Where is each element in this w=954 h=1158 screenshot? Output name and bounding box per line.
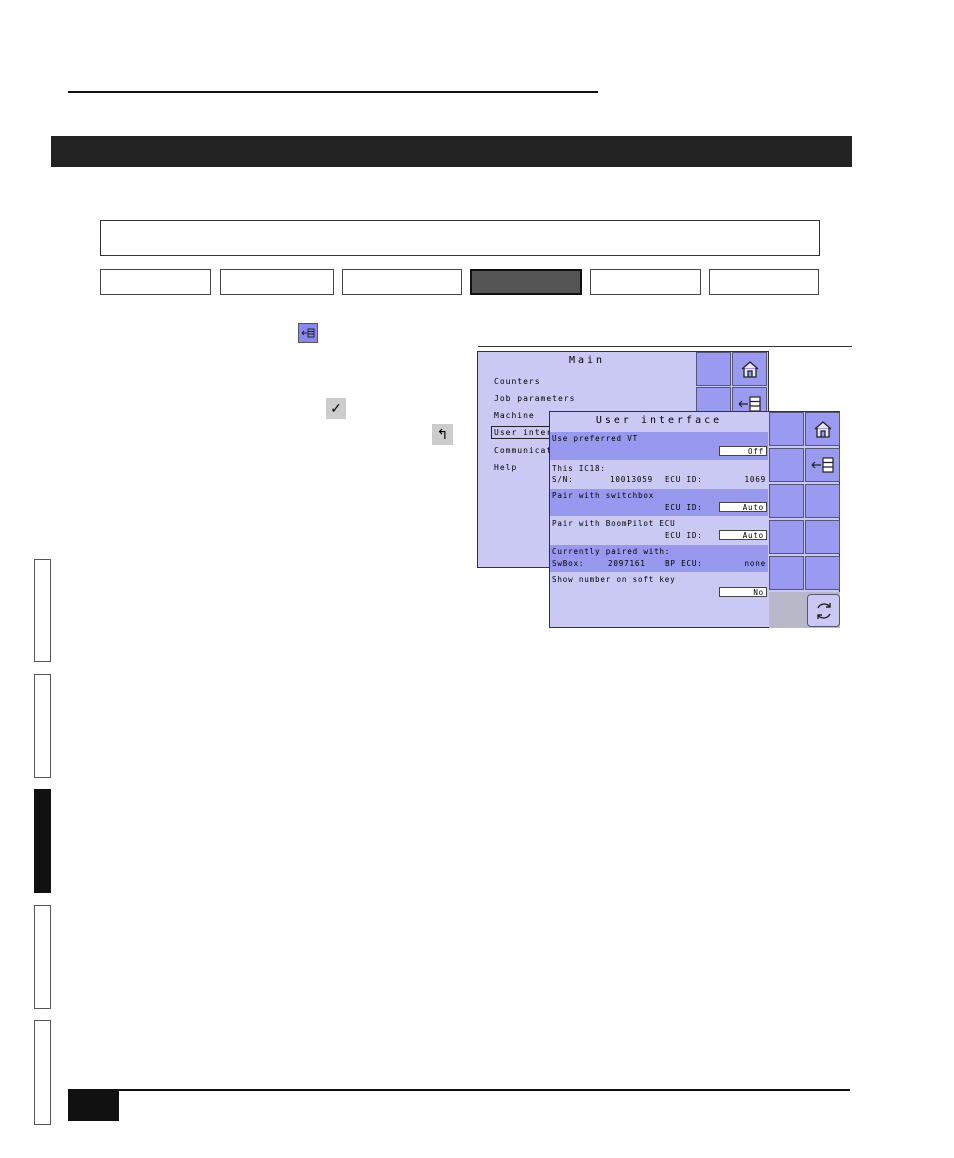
refresh-icon[interactable] [807, 594, 840, 627]
bp-ecu-label: BP ECU: [665, 559, 703, 568]
menu-item-machine[interactable]: Machine [494, 411, 535, 420]
side-index-tab-3-active[interactable] [34, 789, 51, 893]
header-rule [68, 91, 598, 93]
sn-value: 10013059 [610, 475, 653, 484]
softkey-blank[interactable] [769, 412, 804, 446]
figure-rule [478, 346, 852, 347]
currently-paired-label: Currently paired with: [552, 547, 671, 556]
use-preferred-vt-label: Use preferred VT [552, 434, 638, 443]
side-index-tab-4[interactable] [34, 905, 51, 1009]
swbox-label: SwBox: [552, 559, 585, 568]
softkey-blank[interactable] [805, 556, 840, 590]
pair-switchbox-ecu-label: ECU ID: [665, 503, 703, 512]
currently-paired-row: Currently paired with: SwBox: 2097161 BP… [550, 545, 768, 572]
return-arrow-icon: ↰ [432, 424, 453, 445]
softkey-blank[interactable] [769, 448, 804, 482]
checkmark-icon: ✓ [326, 398, 346, 419]
home-icon[interactable] [805, 412, 840, 446]
title-box [100, 220, 820, 256]
ecu-id-value: 1069 [744, 475, 766, 484]
nav-tab-3[interactable] [342, 269, 462, 295]
show-number-label: Show number on soft key [552, 575, 676, 584]
use-preferred-vt-row[interactable]: Use preferred VT Off [550, 432, 768, 460]
side-index-tab-5[interactable] [34, 1020, 51, 1125]
pair-boompilot-ecu-label: ECU ID: [665, 531, 703, 540]
show-number-value[interactable]: No [719, 587, 767, 597]
side-index-tab-1[interactable] [34, 559, 51, 662]
pair-switchbox-label: Pair with switchbox [552, 491, 655, 500]
pair-boompilot-row[interactable]: Pair with BoomPilot ECU ECU ID: Auto [550, 517, 768, 544]
softkey-blank[interactable] [805, 520, 840, 554]
bp-ecu-value: none [744, 559, 766, 568]
side-index-tab-2[interactable] [34, 674, 51, 778]
ecu-id-label: ECU ID: [665, 475, 703, 484]
nav-tab-5[interactable] [590, 269, 701, 295]
menu-item-counters[interactable]: Counters [494, 377, 541, 386]
footer-rule [68, 1089, 850, 1091]
softkey-blank[interactable] [769, 556, 804, 590]
menu-item-job-parameters[interactable]: Job parameters [494, 394, 575, 403]
pair-switchbox-row[interactable]: Pair with switchbox ECU ID: Auto [550, 489, 768, 516]
swbox-value: 2097161 [608, 559, 646, 568]
show-number-row[interactable]: Show number on soft key No [550, 573, 768, 600]
section-banner [51, 136, 852, 167]
home-icon[interactable] [732, 352, 767, 386]
menu-list-icon [298, 323, 318, 343]
pair-boompilot-ecu-value[interactable]: Auto [719, 530, 767, 540]
pair-boompilot-label: Pair with BoomPilot ECU [552, 519, 676, 528]
nav-tab-2[interactable] [220, 269, 334, 295]
ui-screen-title: User interface [595, 415, 723, 426]
sn-label: S/N: [552, 475, 574, 484]
softkey-blank[interactable] [769, 520, 804, 554]
pair-switchbox-ecu-value[interactable]: Auto [719, 502, 767, 512]
softkey-blank[interactable] [805, 484, 840, 518]
softkey-blank[interactable] [696, 352, 731, 386]
main-screen-title: Main [568, 355, 606, 366]
this-ic18-label: This IC18: [552, 464, 606, 473]
user-interface-screen: User interface Use preferred VT Off This… [549, 411, 840, 628]
menu-list-icon[interactable] [805, 448, 840, 482]
softkey-blank[interactable] [769, 484, 804, 518]
menu-item-help[interactable]: Help [494, 463, 517, 472]
nav-tab-6[interactable] [709, 269, 819, 295]
nav-tab-1[interactable] [100, 269, 211, 295]
nav-tab-4-active[interactable] [470, 269, 582, 295]
use-preferred-vt-value[interactable]: Off [719, 446, 767, 456]
page-number-box [68, 1091, 119, 1121]
this-ic18-row: This IC18: S/N: 10013059 ECU ID: 1069 [550, 462, 768, 487]
